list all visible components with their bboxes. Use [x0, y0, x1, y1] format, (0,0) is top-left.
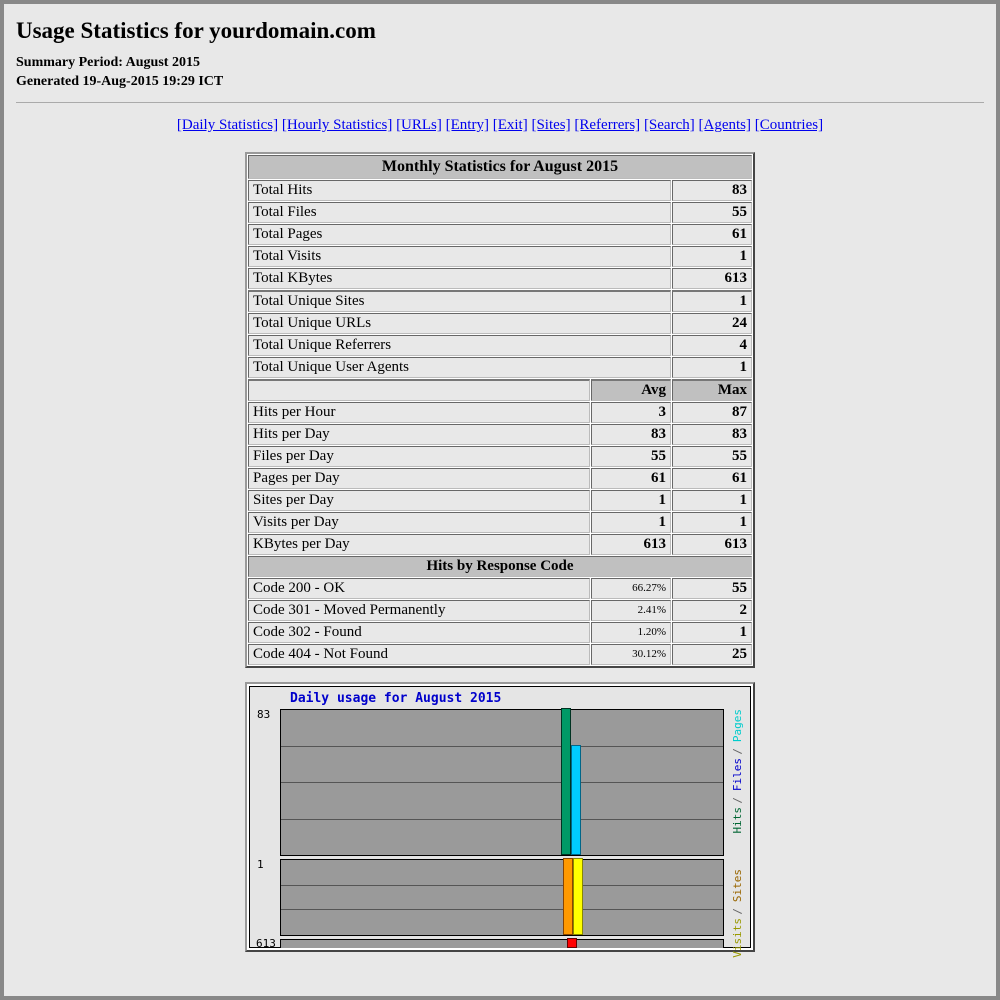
daily-usage-chart: Daily usage for August 2015 83 1 613: [245, 682, 755, 952]
monthly-stats-table: Monthly Statistics for August 2015 Total…: [245, 152, 755, 668]
stat-max: 61: [672, 468, 752, 489]
chart-legend: Pages / Files / Hits Sites / Visits: [728, 709, 746, 937]
stat-max: 613: [672, 534, 752, 555]
stat-label: Total Unique Sites: [248, 290, 671, 312]
stat-value: 61: [672, 224, 752, 245]
stat-value: 1: [672, 290, 752, 312]
stat-avg: 83: [591, 424, 671, 445]
stat-label: Sites per Day: [248, 490, 590, 511]
page-title: Usage Statistics for yourdomain.com: [16, 18, 984, 44]
nav-referrers[interactable]: [Referrers]: [574, 117, 640, 133]
nav-daily[interactable]: [Daily Statistics]: [177, 117, 278, 133]
stat-label: Total Unique User Agents: [248, 357, 671, 378]
response-value: 1: [672, 622, 752, 643]
response-value: 55: [672, 578, 752, 599]
response-header: Hits by Response Code: [248, 556, 752, 577]
stat-label: Total Files: [248, 202, 671, 223]
nav-urls[interactable]: [URLs]: [396, 117, 442, 133]
y-label-1: 1: [257, 858, 264, 871]
nav-exit[interactable]: [Exit]: [493, 117, 528, 133]
summary-period: Summary Period: August 2015: [16, 54, 984, 73]
nav-links: [Daily Statistics] [Hourly Statistics] […: [16, 117, 984, 134]
stat-avg: 1: [591, 490, 671, 511]
stat-label: Hits per Day: [248, 424, 590, 445]
y-label-83: 83: [257, 708, 270, 721]
stat-label: Total Pages: [248, 224, 671, 245]
stat-value: 55: [672, 202, 752, 223]
nav-agents[interactable]: [Agents]: [699, 117, 752, 133]
stat-max: 1: [672, 512, 752, 533]
chart-title: Daily usage for August 2015: [290, 691, 501, 706]
divider: [16, 102, 984, 103]
generated-date: Generated 19-Aug-2015 19:29 ICT: [16, 73, 984, 92]
response-label: Code 200 - OK: [248, 578, 590, 599]
stat-label: Total Hits: [248, 180, 671, 201]
y-label-613: 613: [256, 937, 276, 950]
stat-label: KBytes per Day: [248, 534, 590, 555]
stat-value: 83: [672, 180, 752, 201]
nav-sites[interactable]: [Sites]: [531, 117, 570, 133]
stat-label: Pages per Day: [248, 468, 590, 489]
response-pct: 2.41%: [591, 600, 671, 621]
stat-max: 1: [672, 490, 752, 511]
response-value: 2: [672, 600, 752, 621]
response-pct: 66.27%: [591, 578, 671, 599]
response-pct: 1.20%: [591, 622, 671, 643]
nav-search[interactable]: [Search]: [644, 117, 695, 133]
stat-max: 87: [672, 402, 752, 423]
avgmax-blank: [248, 379, 590, 401]
stat-max: 55: [672, 446, 752, 467]
stat-value: 24: [672, 313, 752, 334]
chart-pane-hits: 83: [280, 709, 724, 856]
stat-label: Total Unique URLs: [248, 313, 671, 334]
stat-value: 613: [672, 268, 752, 289]
response-label: Code 301 - Moved Permanently: [248, 600, 590, 621]
stat-avg: 613: [591, 534, 671, 555]
chart-pane-visits: 1: [280, 859, 724, 936]
nav-entry[interactable]: [Entry]: [446, 117, 489, 133]
stat-label: Total Unique Referrers: [248, 335, 671, 356]
response-label: Code 302 - Found: [248, 622, 590, 643]
stat-avg: 61: [591, 468, 671, 489]
stat-label: Files per Day: [248, 446, 590, 467]
stat-label: Visits per Day: [248, 512, 590, 533]
nav-countries[interactable]: [Countries]: [755, 117, 823, 133]
stat-value: 4: [672, 335, 752, 356]
stat-max: 83: [672, 424, 752, 445]
col-avg: Avg: [591, 379, 671, 401]
response-label: Code 404 - Not Found: [248, 644, 590, 665]
stat-value: 1: [672, 357, 752, 378]
stat-label: Total KBytes: [248, 268, 671, 289]
stat-avg: 55: [591, 446, 671, 467]
stat-avg: 3: [591, 402, 671, 423]
stat-label: Hits per Hour: [248, 402, 590, 423]
stat-label: Total Visits: [248, 246, 671, 267]
response-value: 25: [672, 644, 752, 665]
stat-value: 1: [672, 246, 752, 267]
col-max: Max: [672, 379, 752, 401]
chart-pane-kbytes: [280, 939, 724, 948]
nav-hourly[interactable]: [Hourly Statistics]: [282, 117, 392, 133]
table-title: Monthly Statistics for August 2015: [248, 155, 752, 179]
stat-avg: 1: [591, 512, 671, 533]
response-pct: 30.12%: [591, 644, 671, 665]
